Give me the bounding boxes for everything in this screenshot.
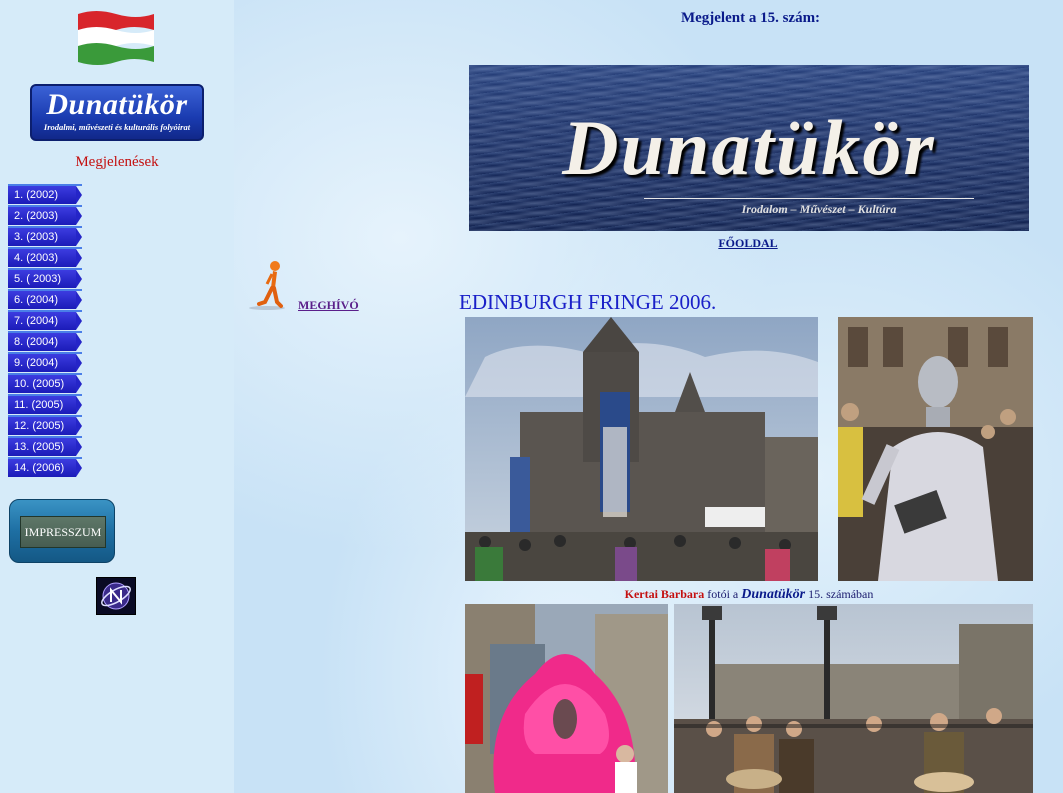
issue-link[interactable]: 6. (2004) <box>8 289 82 309</box>
caption-middle: fotói a <box>707 587 739 601</box>
dunatukor-banner: Dunatükör Irodalom – Művészet – Kultúra <box>469 65 1029 231</box>
pink-costume-photo <box>465 604 668 793</box>
invite-link[interactable]: MEGHÍVÓ <box>298 298 359 313</box>
issue-link[interactable]: 12. (2005) <box>8 415 82 435</box>
issue-link[interactable]: 11. (2005) <box>8 394 82 414</box>
issue-link[interactable]: 14. (2006) <box>8 457 82 477</box>
issue-link[interactable]: 4. (2003) <box>8 247 82 267</box>
appearances-title: Megjelenések <box>75 154 159 170</box>
sidebar: Dunatükör Irodalmi, művészeti és kulturá… <box>0 0 234 793</box>
issue-link[interactable]: 13. (2005) <box>8 436 82 456</box>
banner-subtitle: Irodalom – Művészet – Kultúra <box>741 202 897 216</box>
caption-end: 15. számában <box>808 587 874 601</box>
issue-link[interactable]: 10. (2005) <box>8 373 82 393</box>
issue-link[interactable]: 5. ( 2003) <box>8 268 82 288</box>
issue-list: 1. (2002) 2. (2003) 3. (2003) 4. (2003) … <box>8 184 82 480</box>
logo-title: Dunatükör <box>46 88 188 121</box>
badge-icon[interactable] <box>96 577 136 615</box>
dunatukor-logo[interactable]: Dunatükör Irodalmi, művészeti és kulturá… <box>30 84 204 141</box>
caption-magazine: Dunatükör <box>741 587 806 602</box>
impressum-label: IMPRESSZUM <box>20 516 106 548</box>
hungarian-flag-icon <box>78 11 154 65</box>
issue-link[interactable]: 3. (2003) <box>8 226 82 246</box>
street-musicians-photo <box>674 604 1033 793</box>
photo-caption: Kertai Barbara fotói a Dunatükör 15. szá… <box>465 587 1033 603</box>
logo-subtitle: Irodalmi, művészeti és kulturális folyói… <box>43 122 191 132</box>
published-heading: Megjelent a 15. szám: <box>680 10 821 26</box>
issue-link[interactable]: 2. (2003) <box>8 205 82 225</box>
issue-link[interactable]: 8. (2004) <box>8 331 82 351</box>
issue-link[interactable]: 1. (2002) <box>8 184 82 204</box>
cathedral-photo <box>465 317 818 581</box>
walking-man-icon <box>249 261 285 310</box>
photographer-name: Kertai Barbara <box>624 587 705 601</box>
issue-link[interactable]: 9. (2004) <box>8 352 82 372</box>
orbit-icon <box>101 582 131 610</box>
event-title: EDINBURGH FRINGE 2006. <box>459 290 717 314</box>
impressum-button[interactable]: IMPRESSZUM <box>9 499 115 563</box>
banner-divider <box>644 198 974 199</box>
silver-performer-photo <box>838 317 1033 581</box>
issue-link[interactable]: 7. (2004) <box>8 310 82 330</box>
banner-title: Dunatükör <box>562 104 936 191</box>
home-link[interactable]: FŐOLDAL <box>700 236 796 251</box>
